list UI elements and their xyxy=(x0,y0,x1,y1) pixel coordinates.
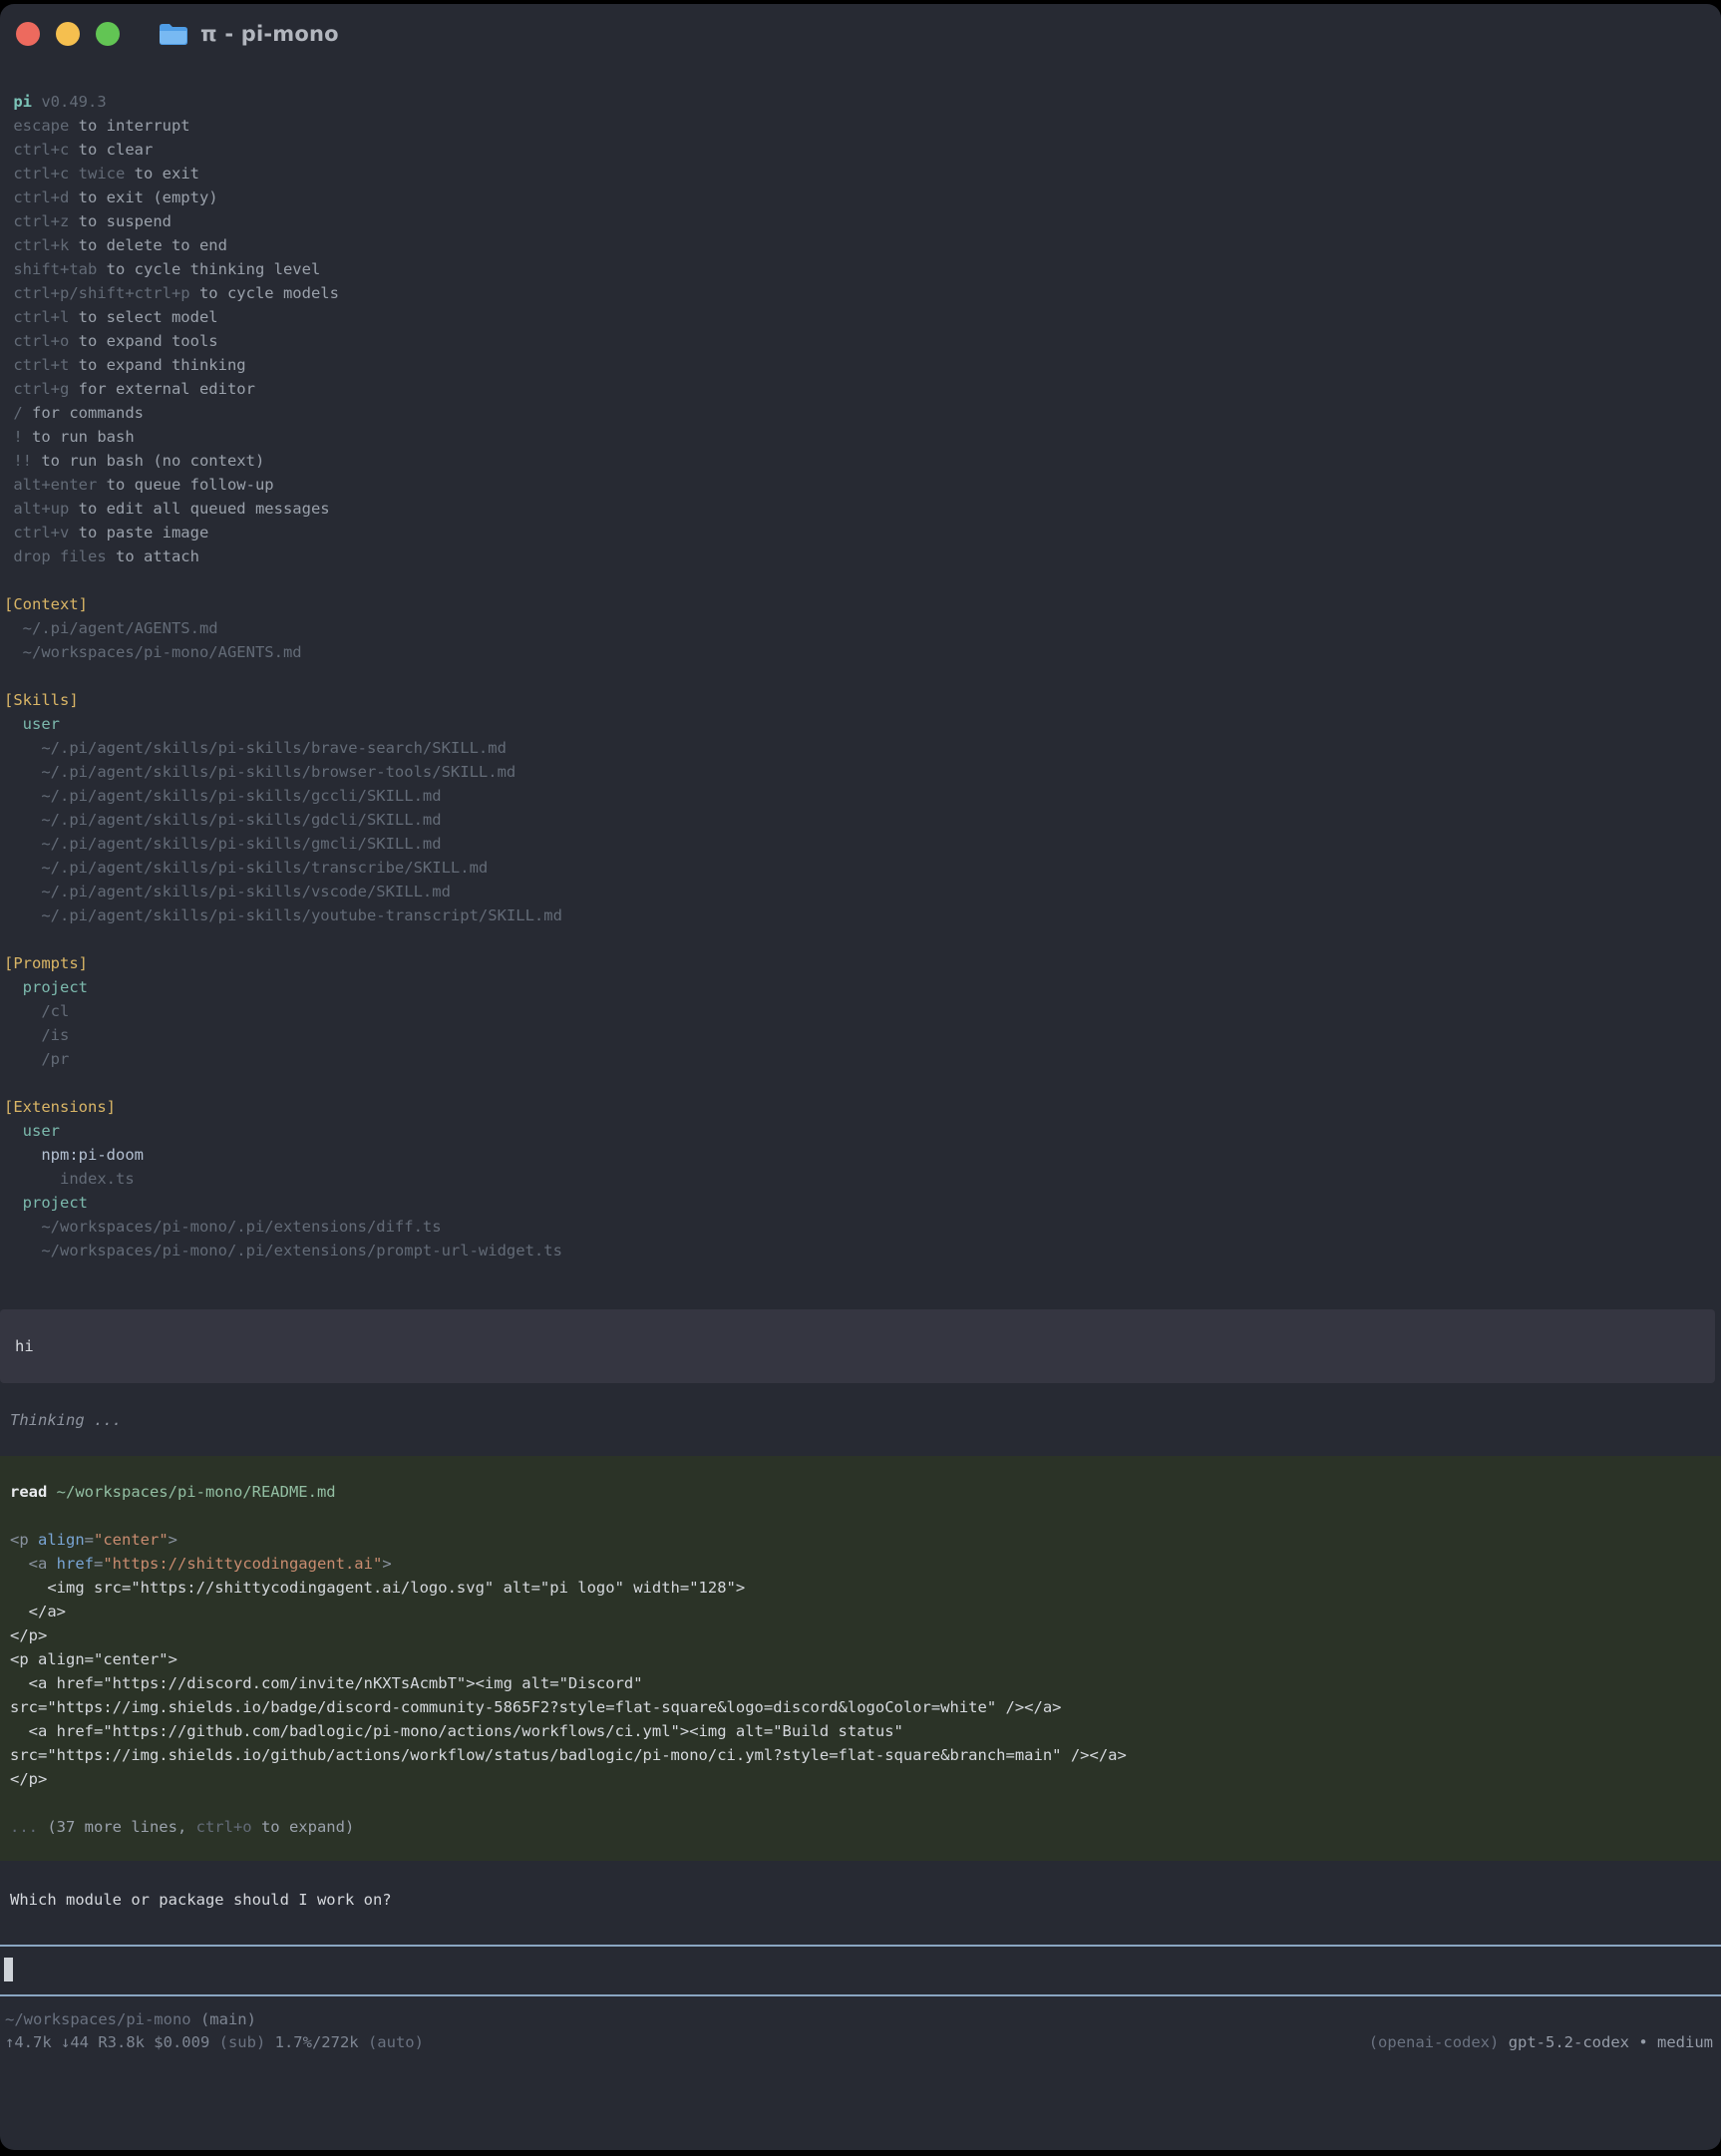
terminal-line xyxy=(10,1504,1721,1528)
terminal-intro-output: pi v0.49.3 escape to interrupt ctrl+c to… xyxy=(4,90,562,1262)
terminal-line: ~/.pi/agent/AGENTS.md xyxy=(4,616,562,640)
terminal-line: ctrl+v to paste image xyxy=(4,521,562,544)
terminal-line: user xyxy=(4,1119,562,1143)
text-cursor xyxy=(4,1958,13,1981)
terminal-line: alt+up to edit all queued messages xyxy=(4,497,562,521)
terminal-line: ctrl+z to suspend xyxy=(4,209,562,233)
terminal-line: <p align="center"> xyxy=(10,1647,1721,1671)
terminal-line: </a> xyxy=(10,1600,1721,1623)
minimize-button[interactable] xyxy=(56,22,80,46)
terminal-line: ctrl+o to expand tools xyxy=(4,329,562,353)
terminal-line xyxy=(4,927,562,951)
terminal-line: ~/.pi/agent/skills/pi-skills/transcribe/… xyxy=(4,856,562,880)
terminal-line: ~/workspaces/pi-mono/.pi/extensions/prom… xyxy=(4,1239,562,1262)
terminal-line: </p> xyxy=(10,1623,1721,1647)
assistant-message: Which module or package should I work on… xyxy=(10,1888,392,1912)
terminal-line: src="https://img.shields.io/github/actio… xyxy=(10,1743,1721,1767)
status-bar-model: (openai-codex) gpt-5.2-codex • medium xyxy=(1369,2030,1713,2054)
terminal-line: /is xyxy=(4,1023,562,1047)
terminal-line: <a href="https://discord.com/invite/nKXT… xyxy=(10,1671,1721,1695)
terminal-line: read ~/workspaces/pi-mono/README.md xyxy=(10,1480,1721,1504)
terminal-line: ↑4.7k ↓44 R3.8k $0.009 (sub) 1.7%/272k (… xyxy=(5,2030,424,2054)
terminal-line: ~/.pi/agent/skills/pi-skills/gdcli/SKILL… xyxy=(4,808,562,832)
status-bar-path: ~/workspaces/pi-mono (main) xyxy=(5,2007,256,2031)
terminal-line: ~/.pi/agent/skills/pi-skills/gmcli/SKILL… xyxy=(4,832,562,856)
status-bar-usage: ↑4.7k ↓44 R3.8k $0.009 (sub) 1.7%/272k (… xyxy=(5,2030,424,2054)
terminal-line: ... (37 more lines, ctrl+o to expand) xyxy=(10,1815,1721,1839)
terminal-line: ctrl+l to select model xyxy=(4,305,562,329)
terminal-line: project xyxy=(4,1191,562,1215)
terminal-line: ctrl+c twice to exit xyxy=(4,162,562,185)
terminal-line: [Skills] xyxy=(4,688,562,712)
terminal-line: ~/.pi/agent/skills/pi-skills/vscode/SKIL… xyxy=(4,880,562,903)
terminal-line xyxy=(4,1071,562,1095)
terminal-line: <p align="center"> xyxy=(10,1528,1721,1552)
terminal-line: ctrl+t to expand thinking xyxy=(4,353,562,377)
terminal-line: pi v0.49.3 xyxy=(4,90,562,114)
close-button[interactable] xyxy=(16,22,40,46)
terminal-line: ~/.pi/agent/skills/pi-skills/youtube-tra… xyxy=(4,903,562,927)
terminal-line: ctrl+g for external editor xyxy=(4,377,562,401)
terminal-line: ctrl+c to clear xyxy=(4,138,562,162)
terminal-line: ! to run bash xyxy=(4,425,562,449)
terminal-line: [Prompts] xyxy=(4,951,562,975)
prompt-input[interactable] xyxy=(0,1947,1721,1994)
terminal-window: π - pi-mono pi v0.49.3 escape to interru… xyxy=(0,4,1721,2150)
terminal-line: /pr xyxy=(4,1047,562,1071)
terminal-line: ~/.pi/agent/skills/pi-skills/gccli/SKILL… xyxy=(4,784,562,808)
terminal-line xyxy=(4,568,562,592)
terminal-line: [Context] xyxy=(4,592,562,616)
terminal-line: ctrl+p/shift+ctrl+p to cycle models xyxy=(4,281,562,305)
terminal-line: ~/workspaces/pi-mono (main) xyxy=(5,2007,256,2031)
terminal-line: <a href="https://github.com/badlogic/pi-… xyxy=(10,1719,1721,1743)
folder-icon xyxy=(158,22,188,47)
terminal-line: ~/workspaces/pi-mono/.pi/extensions/diff… xyxy=(4,1215,562,1239)
terminal-line: [Extensions] xyxy=(4,1095,562,1119)
terminal-line xyxy=(10,1791,1721,1815)
user-message: hi xyxy=(0,1309,1715,1383)
terminal-line: src="https://img.shields.io/badge/discor… xyxy=(10,1695,1721,1719)
terminal-line: ~/.pi/agent/skills/pi-skills/browser-too… xyxy=(4,760,562,784)
terminal-line: !! to run bash (no context) xyxy=(4,449,562,473)
input-divider-bottom xyxy=(0,1994,1721,1996)
thinking-indicator: Thinking ... xyxy=(10,1408,122,1432)
terminal-line: / for commands xyxy=(4,401,562,425)
terminal-line: npm:pi-doom xyxy=(4,1143,562,1167)
terminal-line: <img src="https://shittycodingagent.ai/l… xyxy=(10,1576,1721,1600)
terminal-line: /cl xyxy=(4,999,562,1023)
user-message-text: hi xyxy=(15,1334,34,1358)
terminal-line: ~/workspaces/pi-mono/AGENTS.md xyxy=(4,640,562,664)
terminal-line: ctrl+d to exit (empty) xyxy=(4,185,562,209)
terminal-line: project xyxy=(4,975,562,999)
terminal-line: alt+enter to queue follow-up xyxy=(4,473,562,497)
terminal-line: (openai-codex) gpt-5.2-codex • medium xyxy=(1369,2030,1713,2054)
terminal-line xyxy=(4,664,562,688)
terminal-line: ~/.pi/agent/skills/pi-skills/brave-searc… xyxy=(4,736,562,760)
terminal-line: user xyxy=(4,712,562,736)
terminal-line: shift+tab to cycle thinking level xyxy=(4,257,562,281)
tool-call-read-block: read ~/workspaces/pi-mono/README.md <p a… xyxy=(0,1456,1721,1861)
terminal-line: index.ts xyxy=(4,1167,562,1191)
terminal-line: drop files to attach xyxy=(4,544,562,568)
title-bar[interactable]: π - pi-mono xyxy=(0,4,1721,64)
terminal-line: </p> xyxy=(10,1767,1721,1791)
terminal-line: escape to interrupt xyxy=(4,114,562,138)
zoom-button[interactable] xyxy=(96,22,120,46)
window-title: π - pi-mono xyxy=(200,22,339,46)
terminal-line: ctrl+k to delete to end xyxy=(4,233,562,257)
terminal-line: <a href="https://shittycodingagent.ai"> xyxy=(10,1552,1721,1576)
desktop: { "window": { "title": "π - pi-mono", "c… xyxy=(0,0,1721,2156)
